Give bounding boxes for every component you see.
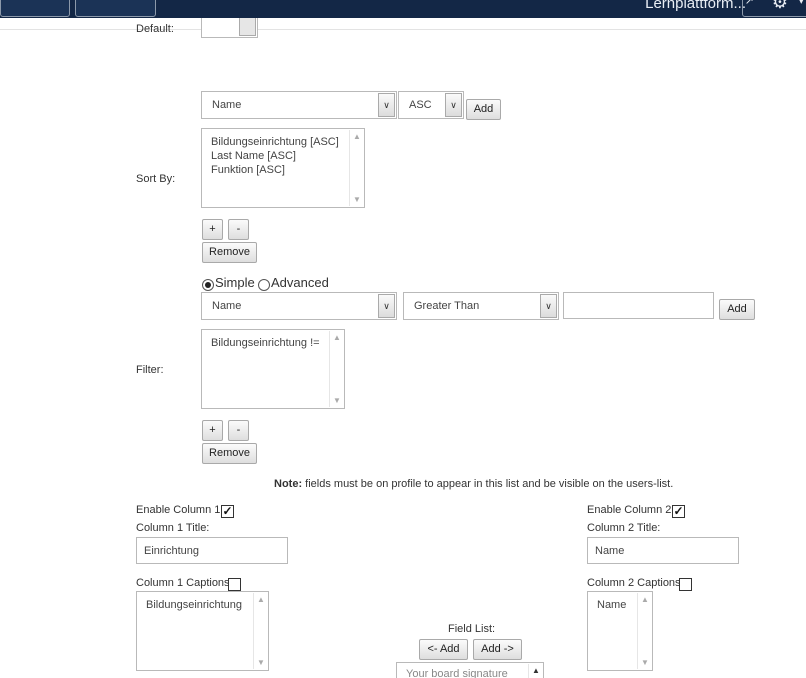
list-item[interactable]: Bildungseinrichtung != xyxy=(211,336,320,350)
note-bold: Note: xyxy=(274,478,303,490)
column-1-captions-checkbox[interactable] xyxy=(228,578,241,591)
scrollbar[interactable]: ▲ xyxy=(528,664,542,678)
filter-field-select[interactable]: Name ∨ xyxy=(201,292,397,320)
enable-column-2-label: Enable Column 2: xyxy=(587,504,675,516)
scroll-down-icon[interactable]: ▼ xyxy=(330,396,344,405)
field-list-add-right-button[interactable]: Add -> xyxy=(473,639,522,660)
navbar-button[interactable] xyxy=(75,0,156,17)
scrollbar[interactable]: ▲ ▼ xyxy=(637,593,651,669)
scroll-up-icon[interactable]: ▲ xyxy=(254,595,268,604)
field-list-box[interactable]: Your board signature ▲ xyxy=(396,662,544,678)
sort-order-value: ASC xyxy=(409,99,432,111)
column-2-captions-label: Column 2 Captions: xyxy=(587,577,684,589)
list-item[interactable]: Funktion [ASC] xyxy=(211,163,285,177)
filter-field-value: Name xyxy=(212,300,242,312)
column-1-title-label: Column 1 Title: xyxy=(136,522,210,534)
default-select[interactable] xyxy=(201,18,258,38)
scrollbar[interactable]: ▲ ▼ xyxy=(329,331,343,407)
chevron-down-icon: ∨ xyxy=(378,93,395,117)
sort-remove-button[interactable]: Remove xyxy=(202,242,257,263)
column-1-captions-label: Column 1 Captions: xyxy=(136,577,233,589)
scroll-up-icon[interactable]: ▲ xyxy=(350,132,364,141)
column-1-list[interactable]: Bildungseinrichtung ▲ ▼ xyxy=(136,591,269,671)
radio-dot xyxy=(205,282,211,288)
sort-move-up-button[interactable]: + xyxy=(202,219,223,240)
filter-mode-advanced-label[interactable]: Advanced xyxy=(271,275,329,290)
filter-move-down-button[interactable]: - xyxy=(228,420,249,441)
list-item[interactable]: Bildungseinrichtung [ASC] xyxy=(211,135,339,149)
filter-operator-select[interactable]: Greater Than ∨ xyxy=(403,292,559,320)
filter-add-button[interactable]: Add xyxy=(719,299,755,320)
scroll-down-icon[interactable]: ▼ xyxy=(254,658,268,667)
note-text: fields must be on profile to appear in t… xyxy=(302,478,674,490)
filter-list[interactable]: Bildungseinrichtung != ▲ ▼ xyxy=(201,329,345,409)
scroll-down-icon[interactable]: ▼ xyxy=(350,195,364,204)
field-note: Note: fields must be on profile to appea… xyxy=(274,478,673,490)
list-item[interactable]: Bildungseinrichtung xyxy=(146,598,242,612)
navbar-divider xyxy=(0,29,806,30)
list-item[interactable]: Name xyxy=(597,598,626,612)
filter-operator-value: Greater Than xyxy=(414,300,480,312)
enable-column-2-checkbox[interactable]: ✓ xyxy=(672,505,685,518)
scrollbar[interactable]: ▲ ▼ xyxy=(253,593,267,669)
filter-mode-simple-label[interactable]: Simple xyxy=(215,275,255,290)
default-label: Default: xyxy=(136,23,174,35)
filter-label: Filter: xyxy=(136,364,164,376)
scroll-down-icon[interactable]: ▼ xyxy=(638,658,652,667)
sort-list[interactable]: Bildungseinrichtung [ASC] Last Name [ASC… xyxy=(201,128,365,208)
chevron-down-icon: ∨ xyxy=(540,294,557,318)
column-2-captions-checkbox[interactable] xyxy=(679,578,692,591)
list-item[interactable]: Your board signature xyxy=(406,667,508,678)
site-title[interactable]: Lernplattform... xyxy=(645,0,746,12)
column-2-title-label: Column 2 Title: xyxy=(587,522,661,534)
column-1-title-value: Einrichtung xyxy=(144,545,200,557)
list-item[interactable]: Last Name [ASC] xyxy=(211,149,296,163)
sort-move-down-button[interactable]: - xyxy=(228,219,249,240)
navbar-button[interactable] xyxy=(0,0,70,17)
gear-icon[interactable]: ⚙ xyxy=(772,0,788,13)
chevron-down-icon: ∨ xyxy=(445,93,462,117)
sort-order-select[interactable]: ASC ∨ xyxy=(398,91,464,119)
sort-by-label: Sort By: xyxy=(136,173,176,185)
sort-add-button[interactable]: Add xyxy=(466,99,501,120)
filter-mode-simple-radio[interactable] xyxy=(202,279,214,291)
field-list-add-left-button[interactable]: <- Add xyxy=(419,639,468,660)
column-2-title-input[interactable]: Name xyxy=(587,537,739,564)
filter-value-input[interactable] xyxy=(563,292,714,319)
enable-column-1-checkbox[interactable]: ✓ xyxy=(221,505,234,518)
enable-column-1-label: Enable Column 1: xyxy=(136,504,224,516)
filter-mode-advanced-radio[interactable] xyxy=(258,279,270,291)
scroll-up-icon[interactable]: ▲ xyxy=(330,333,344,342)
sort-field-select[interactable]: Name ∨ xyxy=(201,91,397,119)
filter-move-up-button[interactable]: + xyxy=(202,420,223,441)
external-link-icon[interactable]: ↗ xyxy=(745,0,754,7)
field-list-label: Field List: xyxy=(448,623,496,635)
column-2-list[interactable]: Name ▲ ▼ xyxy=(587,591,653,671)
top-navbar: Lernplattform... ↗ ⚙ ▾ xyxy=(0,0,806,18)
caret-down-icon[interactable]: ▾ xyxy=(798,0,804,7)
scroll-up-icon[interactable]: ▲ xyxy=(638,595,652,604)
column-2-title-value: Name xyxy=(595,545,625,557)
sort-field-value: Name xyxy=(212,99,242,111)
scroll-up-icon[interactable]: ▲ xyxy=(529,666,543,675)
filter-remove-button[interactable]: Remove xyxy=(202,443,257,464)
chevron-down-icon: ∨ xyxy=(378,294,395,318)
scrollbar[interactable]: ▲ ▼ xyxy=(349,130,363,206)
column-1-title-input[interactable]: Einrichtung xyxy=(136,537,288,564)
